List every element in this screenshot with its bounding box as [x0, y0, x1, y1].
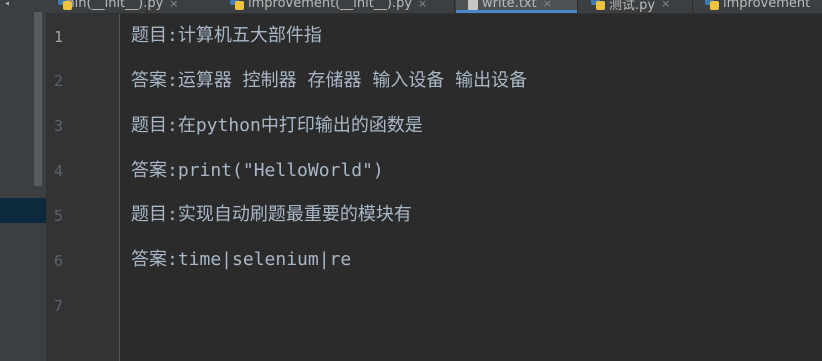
close-icon[interactable]: ×	[169, 0, 178, 10]
code-line[interactable]: 答案:print("HelloWorld")	[131, 159, 384, 183]
project-panel-strip: ◂	[0, 0, 47, 361]
close-icon[interactable]: ×	[418, 0, 427, 10]
text-file-icon	[468, 0, 478, 10]
panel-scrollbar[interactable]	[34, 12, 42, 186]
tab-label: improvement(__init__).py	[248, 0, 413, 11]
tab-improvement[interactable]: improvement	[693, 0, 822, 13]
code-line[interactable]: 答案:运算器 控制器 存储器 输入设备 输出设备	[131, 69, 527, 93]
line-number: 5	[54, 207, 64, 225]
code-line[interactable]: 题目:计算机五大部件指	[131, 24, 322, 48]
tab-test-py[interactable]: 测试.py ×	[579, 0, 693, 13]
editor-tab-bar: min(__init__).py × improvement(__init__)…	[46, 0, 822, 14]
close-icon[interactable]: ×	[543, 0, 552, 10]
code-line[interactable]: 答案:time|selenium|re	[131, 248, 351, 272]
python-file-icon	[591, 0, 605, 10]
line-number: 4	[54, 162, 64, 180]
tab-label: 测试.py	[609, 0, 656, 13]
line-number: 7	[54, 297, 64, 315]
tab-write-txt[interactable]: write.txt ×	[456, 0, 578, 13]
line-number: 2	[54, 72, 64, 90]
line-number: 6	[54, 252, 64, 270]
tab-label: write.txt	[482, 0, 537, 11]
line-number-gutter[interactable]: 1 2 3 4 5 6 7	[47, 14, 120, 361]
tab-label: min(__init__).py	[62, 0, 164, 11]
line-number: 3	[54, 117, 64, 135]
text-editor[interactable]: 题目:计算机五大部件指 答案:运算器 控制器 存储器 输入设备 输出设备 题目:…	[120, 14, 822, 361]
active-tab-indicator	[456, 10, 577, 13]
ide-window: ◂ min(__init__).py × improvement(__init_…	[0, 0, 822, 361]
line-number: 1	[54, 28, 64, 46]
tab-min-init[interactable]: min(__init__).py ×	[46, 0, 179, 13]
code-line[interactable]: 题目:实现自动刷题最重要的模块有	[131, 203, 412, 227]
close-icon[interactable]: ×	[661, 0, 670, 10]
python-file-icon	[230, 0, 244, 10]
tab-label: improvement	[723, 0, 811, 11]
tab-improvement-init[interactable]: improvement(__init__).py ×	[218, 0, 455, 13]
panel-arrow-icon[interactable]: ◂	[4, 0, 10, 9]
python-file-icon	[705, 0, 719, 10]
code-line[interactable]: 题目:在python中打印输出的函数是	[131, 114, 423, 138]
panel-selected-item[interactable]	[0, 198, 46, 223]
